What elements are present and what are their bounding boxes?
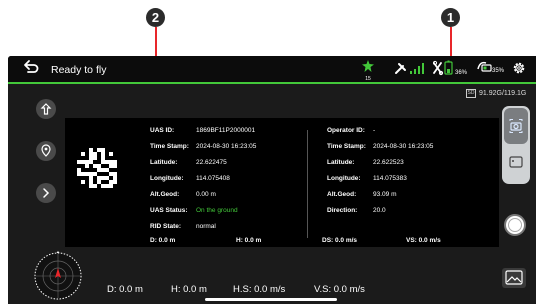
panel-footer-vs: VS: 0.0 m/s xyxy=(406,237,441,244)
rc-signal-icon[interactable] xyxy=(394,60,428,76)
gallery-icon xyxy=(505,270,523,285)
panel-footer-d: D: 0.0 m xyxy=(150,237,176,244)
top-status-bar: Ready to fly 15 36% 35% xyxy=(8,56,536,84)
qr-code xyxy=(77,148,117,188)
remote-id-panel: UAS ID: 1869BF11P2000001 Time Stamp: 202… xyxy=(65,118,499,247)
right-value: 20.0 xyxy=(373,207,386,214)
gallery-button[interactable] xyxy=(502,268,526,288)
left-label: RID State: xyxy=(150,223,182,230)
panel-divider xyxy=(307,130,308,238)
right-value: - xyxy=(373,127,376,134)
app-screen: Ready to fly 15 36% 35% SD 91.92G/119.1G… xyxy=(8,56,536,304)
right-label: Time Stamp: xyxy=(327,143,366,150)
right-label: Direction: xyxy=(327,207,358,214)
camera-battery-indicator[interactable]: 35% xyxy=(476,60,504,74)
panel-footer-h: H: 0.0 m xyxy=(236,237,262,244)
home-indicator[interactable] xyxy=(205,298,337,301)
photo-mode-icon xyxy=(509,119,523,133)
left-value: 2024-08-30 16:23:05 xyxy=(196,143,257,150)
shutter-button[interactable] xyxy=(504,214,526,236)
back-arrow-icon[interactable] xyxy=(23,59,39,75)
left-label: UAS Status: xyxy=(150,207,188,214)
drone-battery-icon xyxy=(433,60,453,76)
video-mode-icon[interactable] xyxy=(508,154,524,170)
panel-footer-ds: DS: 0.0 m/s xyxy=(322,237,358,244)
right-value: 114.075383 xyxy=(373,175,407,182)
radar-compass-icon[interactable] xyxy=(33,251,83,301)
right-label: Alt.Geod: xyxy=(327,191,357,198)
left-value: 114.075408 xyxy=(196,175,230,182)
takeoff-icon xyxy=(40,103,52,115)
left-label: Latitude: xyxy=(150,159,178,166)
map-pin-button[interactable] xyxy=(36,141,56,161)
takeoff-button[interactable] xyxy=(36,99,56,119)
rc-battery-indicator[interactable]: 36% xyxy=(433,60,467,76)
rc-battery-percent: 36% xyxy=(455,70,468,76)
uas-status-value: On the ground xyxy=(196,207,238,214)
flight-status-text: Ready to fly xyxy=(51,64,107,76)
drone-battery-percent: 35% xyxy=(492,68,505,74)
expand-button[interactable] xyxy=(36,183,56,203)
left-value: 0.00 m xyxy=(196,191,216,198)
storage-info: SD 91.92G/119.1G xyxy=(466,89,526,98)
telemetry-height: H: 0.0 m xyxy=(171,284,207,295)
expand-arrow-icon xyxy=(43,188,50,198)
right-label: Latitude: xyxy=(327,159,355,166)
right-value: 22.622523 xyxy=(373,159,404,166)
left-value: normal xyxy=(196,223,216,230)
photo-mode-button[interactable] xyxy=(504,108,528,144)
camera-battery-icon xyxy=(477,61,492,72)
right-label: Operator ID: xyxy=(327,127,365,134)
callout-1: 1 xyxy=(441,8,460,27)
left-value: 22.622475 xyxy=(196,159,227,166)
settings-gear-icon[interactable] xyxy=(512,61,526,75)
telemetry-horizontal-speed: H.S: 0.0 m/s xyxy=(233,284,286,295)
left-label: Time Stamp: xyxy=(150,143,189,150)
left-label: UAS ID: xyxy=(150,127,175,134)
storage-value: 91.92G/119.1G xyxy=(479,90,527,97)
right-label: Longitude: xyxy=(327,175,361,182)
camera-mode-switch xyxy=(502,106,530,184)
sd-card-icon: SD xyxy=(466,89,476,98)
left-label: Alt.Geod: xyxy=(150,191,180,198)
right-value: 2024-08-30 16:23:05 xyxy=(373,143,434,150)
gps-satellite-icon xyxy=(362,60,374,72)
callout-2: 2 xyxy=(146,8,165,27)
gps-count: 15 xyxy=(365,76,371,82)
telemetry-vertical-speed: V.S: 0.0 m/s xyxy=(314,284,365,295)
right-value: 93.09 m xyxy=(373,191,397,198)
left-label: Longitude: xyxy=(150,175,184,182)
left-value: 1869BF11P2000001 xyxy=(196,127,256,134)
gps-indicator[interactable]: 15 xyxy=(362,59,374,82)
map-pin-icon xyxy=(41,144,51,157)
telemetry-distance: D: 0.0 m xyxy=(107,284,143,295)
